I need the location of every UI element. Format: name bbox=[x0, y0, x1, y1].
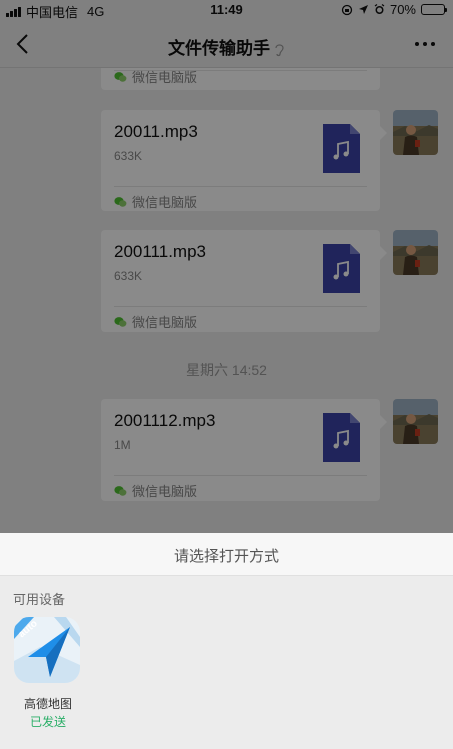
card-footer: 微信电脑版 bbox=[114, 481, 197, 500]
wechat-pc-icon bbox=[114, 316, 127, 327]
app-name: 高德地图 bbox=[23, 697, 72, 711]
file-message-card[interactable]: 20011.mp3 633K 微信电脑版 bbox=[101, 110, 387, 211]
source-label: 微信电脑版 bbox=[132, 70, 198, 85]
sheet-title: 请选择打开方式 bbox=[173, 548, 279, 565]
location-icon bbox=[358, 5, 368, 14]
wechat-pc-icon bbox=[114, 196, 127, 207]
card-divider bbox=[114, 475, 367, 476]
card-footer: 微信电脑版 bbox=[114, 192, 197, 211]
card-divider bbox=[114, 306, 367, 307]
open-with-sheet: 请选择打开方式 可用设备 auto 高德地图 已发送 bbox=[0, 533, 453, 749]
audio-file-icon bbox=[323, 244, 360, 293]
source-label: 微信电脑版 bbox=[132, 484, 198, 499]
file-name: 200111.mp3 bbox=[114, 242, 206, 261]
status-bar: 中国电信 4G 11:49 70% bbox=[0, 0, 453, 20]
file-message-card[interactable]: 微信电脑版 bbox=[101, 68, 380, 90]
page-title-row: 文件传输助手 bbox=[0, 34, 453, 59]
more-options-icon[interactable] bbox=[415, 42, 435, 46]
audio-file-icon bbox=[323, 413, 360, 462]
alarm-icon bbox=[374, 4, 385, 14]
section-label: 可用设备 bbox=[13, 592, 66, 607]
source-label: 微信电脑版 bbox=[132, 315, 198, 330]
audio-file-icon bbox=[323, 124, 360, 173]
source-label: 微信电脑版 bbox=[132, 195, 198, 210]
avatar[interactable] bbox=[393, 399, 438, 444]
battery-percent: 70% bbox=[389, 2, 416, 17]
file-size: 633K bbox=[114, 149, 143, 163]
time-separator: 星期六 14:52 bbox=[186, 362, 267, 378]
app-status: 已发送 bbox=[29, 715, 66, 729]
app-option-amap[interactable]: auto 高德地图 已发送 bbox=[14, 617, 81, 729]
file-size: 633K bbox=[114, 269, 143, 283]
file-size: 1M bbox=[114, 438, 131, 452]
orientation-lock-icon bbox=[341, 4, 353, 15]
card-divider bbox=[114, 186, 367, 187]
sheet-header: 请选择打开方式 bbox=[0, 533, 453, 576]
card-footer: 微信电脑版 bbox=[114, 312, 197, 331]
battery-icon bbox=[421, 4, 447, 15]
nav-bar: 文件传输助手 bbox=[0, 20, 453, 68]
avatar[interactable] bbox=[393, 230, 438, 275]
file-name: 2001112.mp3 bbox=[114, 411, 216, 430]
status-right: 70% bbox=[341, 2, 447, 17]
file-name: 20011.mp3 bbox=[114, 122, 198, 141]
wechat-pc-icon bbox=[114, 485, 127, 496]
page-title: 文件传输助手 bbox=[168, 39, 270, 58]
amap-app-icon[interactable]: auto bbox=[14, 617, 80, 683]
avatar[interactable] bbox=[393, 110, 438, 155]
card-footer: 微信电脑版 bbox=[114, 68, 197, 86]
earpiece-mode-icon bbox=[275, 43, 284, 56]
file-message-card[interactable]: 200111.mp3 633K 微信电脑版 bbox=[101, 230, 387, 332]
wechat-pc-icon bbox=[114, 71, 127, 82]
file-message-card[interactable]: 2001112.mp3 1M 微信电脑版 bbox=[101, 399, 387, 501]
chat-area[interactable]: 微信电脑版 20011.mp3 633K 微信电脑版 200111.mp3 63… bbox=[0, 68, 453, 533]
